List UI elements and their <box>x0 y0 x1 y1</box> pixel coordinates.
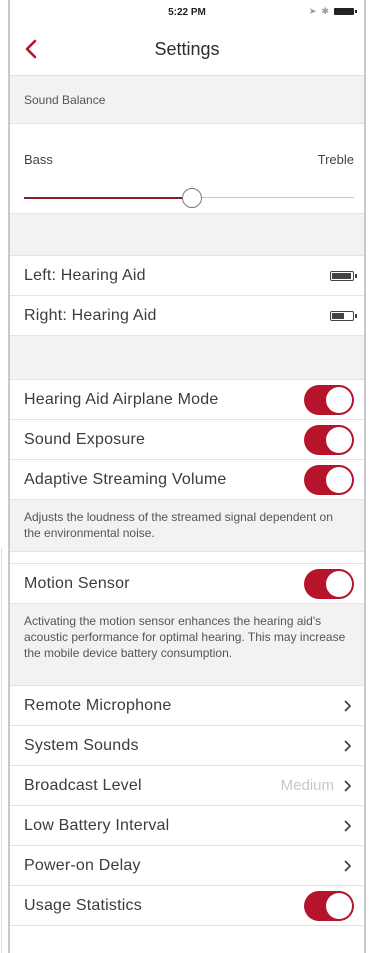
section-spacer <box>10 336 364 380</box>
left-hearing-aid-row[interactable]: Left: Hearing Aid <box>10 256 364 296</box>
status-time: 5:22 PM <box>168 6 206 18</box>
chevron-right-icon <box>340 697 354 715</box>
system-sounds-row[interactable]: System Sounds <box>10 726 364 766</box>
power-on-delay-label: Power-on Delay <box>24 856 141 874</box>
airplane-mode-row: Hearing Aid Airplane Mode <box>10 380 364 420</box>
back-button[interactable] <box>18 34 44 64</box>
location-icon: ➤ <box>308 6 317 16</box>
status-bar: 5:22 PM ➤ ✱ <box>10 0 364 24</box>
broadcast-level-label: Broadcast Level <box>24 776 142 794</box>
motion-sensor-row: Motion Sensor <box>10 564 364 604</box>
navigation-bar: Settings <box>10 24 364 76</box>
page-title: Settings <box>154 39 220 59</box>
chevron-left-icon <box>25 39 37 59</box>
remote-microphone-label: Remote Microphone <box>24 696 172 714</box>
usage-statistics-row: Usage Statistics <box>10 886 364 926</box>
row-accessory <box>334 737 354 755</box>
toggle-knob <box>326 466 352 493</box>
broadcast-level-value: Medium <box>280 777 334 794</box>
toggle-knob <box>326 892 352 919</box>
motion-sensor-label: Motion Sensor <box>24 574 130 592</box>
motion-sensor-toggle[interactable] <box>304 568 354 599</box>
chevron-right-icon <box>340 737 354 755</box>
battery-icon <box>330 310 357 321</box>
battery-level-fill <box>332 272 351 279</box>
airplane-mode-label: Hearing Aid Airplane Mode <box>24 390 219 408</box>
sound-exposure-toggle[interactable] <box>304 424 354 455</box>
section-spacer <box>10 552 364 564</box>
section-spacer <box>10 214 364 256</box>
chevron-right-icon <box>340 817 354 835</box>
power-on-delay-row[interactable]: Power-on Delay <box>10 846 364 886</box>
slider-thumb[interactable] <box>182 188 203 208</box>
sound-balance-control: Bass Treble <box>10 124 364 214</box>
slider-track-active <box>24 197 183 199</box>
treble-label: Treble <box>317 152 354 167</box>
frame-right-border <box>364 0 366 953</box>
low-battery-interval-row[interactable]: Low Battery Interval <box>10 806 364 846</box>
toggle-knob <box>326 426 352 453</box>
usage-statistics-toggle[interactable] <box>304 890 354 921</box>
adaptive-streaming-volume-label: Adaptive Streaming Volume <box>24 470 227 488</box>
low-battery-interval-label: Low Battery Interval <box>24 816 170 834</box>
row-accessory <box>334 857 354 875</box>
row-accessory <box>334 697 354 715</box>
adaptive-streaming-volume-row: Adaptive Streaming Volume <box>10 460 364 500</box>
frame-outer-border <box>1 548 2 953</box>
sound-exposure-label: Sound Exposure <box>24 430 146 448</box>
slider-track-inactive <box>202 197 354 198</box>
usage-statistics-label: Usage Statistics <box>24 896 142 914</box>
motion-sensor-description: Activating the motion sensor enhances th… <box>10 604 364 686</box>
balance-slider[interactable] <box>24 188 354 208</box>
left-hearing-aid-label: Left: Hearing Aid <box>24 266 146 284</box>
battery-status-icon <box>334 8 357 15</box>
row-accessory: Medium <box>281 777 354 795</box>
battery-icon <box>330 270 357 281</box>
status-icons: ➤ ✱ <box>308 6 357 17</box>
adaptive-streaming-description: Adjusts the loudness of the streamed sig… <box>10 500 364 552</box>
balance-labels: Bass Treble <box>24 152 354 167</box>
sound-exposure-row: Sound Exposure <box>10 420 364 460</box>
bluetooth-icon: ✱ <box>321 6 329 16</box>
row-accessory <box>334 817 354 835</box>
settings-screen: 5:22 PM ➤ ✱ Settings Sound Balance Bass … <box>10 0 364 953</box>
airplane-mode-toggle[interactable] <box>304 384 354 415</box>
right-hearing-aid-label: Right: Hearing Aid <box>24 306 157 324</box>
toggle-knob <box>326 570 352 597</box>
right-hearing-aid-row[interactable]: Right: Hearing Aid <box>10 296 364 336</box>
chevron-right-icon <box>340 857 354 875</box>
system-sounds-label: System Sounds <box>24 736 139 754</box>
sound-balance-header: Sound Balance <box>10 76 364 124</box>
chevron-right-icon <box>340 777 354 795</box>
adaptive-streaming-volume-toggle[interactable] <box>304 464 354 495</box>
toggle-knob <box>326 386 352 413</box>
broadcast-level-row[interactable]: Broadcast Level Medium <box>10 766 364 806</box>
bass-label: Bass <box>24 152 53 167</box>
remote-microphone-row[interactable]: Remote Microphone <box>10 686 364 726</box>
battery-level-fill <box>332 312 344 319</box>
